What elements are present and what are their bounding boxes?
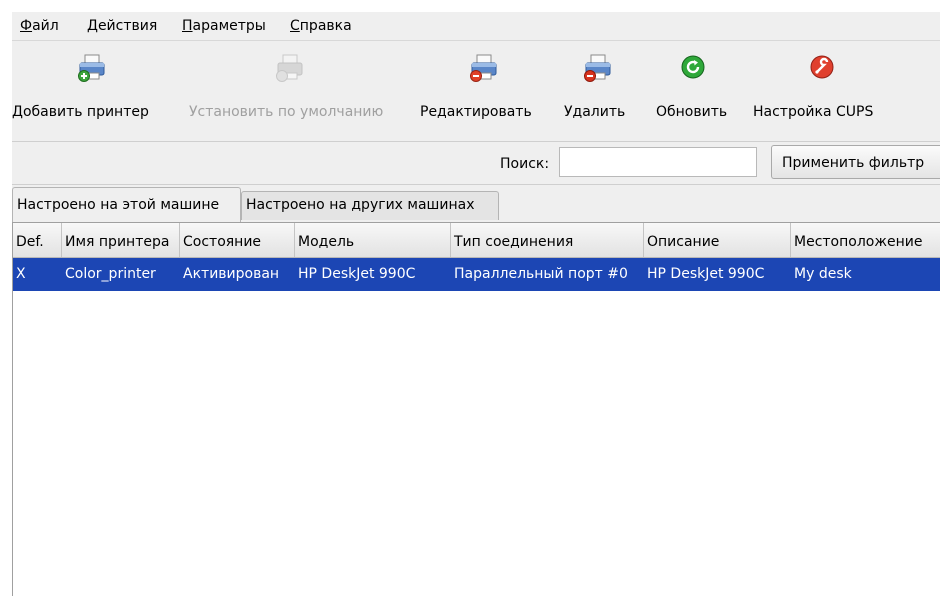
menu-help[interactable]: Справка <box>290 18 352 34</box>
printer-table: Def. Имя принтера Состояние Модель Тип с… <box>12 222 940 596</box>
cell-state: Активирован <box>183 266 280 282</box>
menu-actions[interactable]: Действия <box>87 18 157 34</box>
toolbar: Добавить принтер Установить по умолчанию <box>12 41 940 142</box>
cell-model: HP DeskJet 990C <box>298 266 416 282</box>
column-header-model[interactable]: Модель <box>295 223 451 257</box>
add-printer-label: Добавить принтер <box>12 104 149 120</box>
edit-printer-button[interactable]: Редактировать <box>416 41 546 139</box>
set-default-button[interactable]: Установить по умолчанию <box>177 41 417 139</box>
cell-default: X <box>16 266 26 282</box>
cups-settings-label: Настройка CUPS <box>753 104 874 120</box>
column-header-connection-type[interactable]: Тип соединения <box>451 223 644 257</box>
cell-description: HP DeskJet 990C <box>647 266 765 282</box>
printer-delete-icon <box>584 54 611 82</box>
printer-manager-window: Файл Действия Параметры Справка Добавить… <box>12 12 940 596</box>
tab-other-machines[interactable]: Настроено на других машинах <box>241 191 499 220</box>
apply-filter-button[interactable]: Применить фильтр <box>771 145 940 179</box>
column-header-def[interactable]: Def. <box>13 223 62 257</box>
cell-printer-name: Color_printer <box>65 266 156 282</box>
menubar: Файл Действия Параметры Справка <box>12 12 940 41</box>
column-header-description[interactable]: Описание <box>644 223 791 257</box>
table-header: Def. Имя принтера Состояние Модель Тип с… <box>13 223 940 258</box>
cell-location: My desk <box>794 266 852 282</box>
set-default-label: Установить по умолчанию <box>189 104 384 120</box>
refresh-label: Обновить <box>656 104 728 120</box>
tab-this-machine[interactable]: Настроено на этой машине <box>12 187 241 222</box>
tab-bar: Настроено на этой машине Настроено на др… <box>12 187 940 222</box>
column-header-state[interactable]: Состояние <box>180 223 295 257</box>
refresh-button[interactable]: Обновить <box>652 41 742 139</box>
column-header-location[interactable]: Местоположение <box>791 223 940 257</box>
table-row[interactable]: X Color_printer Активирован HP DeskJet 9… <box>13 258 940 291</box>
search-label: Поиск: <box>500 156 550 172</box>
cell-connection-type: Параллельный порт #0 <box>454 266 628 282</box>
refresh-icon <box>681 55 705 79</box>
add-printer-button[interactable]: Добавить принтер <box>12 41 176 139</box>
printer-default-icon <box>276 54 303 82</box>
printer-edit-icon <box>470 54 497 82</box>
column-header-printer-name[interactable]: Имя принтера <box>62 223 180 257</box>
edit-printer-label: Редактировать <box>420 104 532 120</box>
menu-settings[interactable]: Параметры <box>182 18 266 34</box>
search-bar: Поиск: Применить фильтр <box>12 142 940 185</box>
delete-printer-button[interactable]: Удалить <box>558 41 638 139</box>
search-input[interactable] <box>559 147 757 177</box>
cups-settings-button[interactable]: Настройка CUPS <box>750 41 900 139</box>
cups-settings-icon <box>810 55 834 79</box>
delete-printer-label: Удалить <box>564 104 626 120</box>
printer-add-icon <box>78 54 105 82</box>
menu-file[interactable]: Файл <box>20 18 59 34</box>
